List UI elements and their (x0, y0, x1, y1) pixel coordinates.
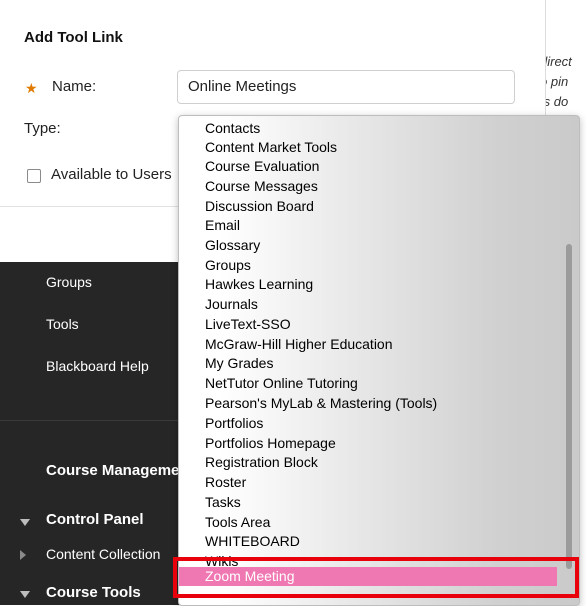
dropdown-option[interactable]: Content Market Tools (205, 138, 337, 157)
dropdown-option[interactable]: Registration Block (205, 453, 318, 472)
dropdown-option[interactable]: Course Messages (205, 177, 318, 196)
dropdown-option[interactable]: LiveText-SSO (205, 315, 291, 334)
background-line: o pin (540, 74, 569, 89)
type-dropdown-list[interactable]: Contacts Content Market Tools Course Eva… (178, 115, 580, 606)
name-label: Name: (52, 78, 97, 95)
chevron-down-icon[interactable] (20, 519, 30, 526)
dropdown-scrollbar[interactable] (566, 244, 572, 569)
dropdown-option[interactable]: NetTutor Online Tutoring (205, 374, 358, 393)
content-collection-link[interactable]: Content Collection (46, 546, 160, 562)
dropdown-option[interactable]: Portfolios (205, 414, 263, 433)
course-management-heading: Course Management (46, 462, 194, 479)
dropdown-option[interactable]: WHITEBOARD (205, 532, 300, 551)
available-checkbox[interactable] (27, 169, 41, 183)
dropdown-option[interactable]: Portfolios Homepage (205, 434, 336, 453)
dropdown-option[interactable]: McGraw-Hill Higher Education (205, 335, 393, 354)
menu-divider (0, 420, 190, 421)
chevron-right-icon[interactable] (20, 550, 26, 560)
dropdown-option[interactable]: Tasks (205, 493, 241, 512)
available-label: Available to Users (51, 166, 172, 183)
chevron-down-icon[interactable] (20, 591, 30, 598)
dropdown-option[interactable]: Email (205, 216, 240, 235)
dropdown-option[interactable]: Glossary (205, 236, 260, 255)
background-line: ts do (540, 94, 569, 109)
dropdown-option[interactable]: Hawkes Learning (205, 275, 313, 294)
dropdown-option[interactable]: Roster (205, 473, 246, 492)
dialog-title: Add Tool Link (24, 29, 123, 46)
dropdown-option[interactable]: Contacts (205, 119, 260, 138)
course-menu: Groups Tools Blackboard Help Course Mana… (0, 262, 194, 605)
dropdown-option[interactable]: Course Evaluation (205, 157, 319, 176)
control-panel-link[interactable]: Control Panel (46, 511, 144, 528)
dropdown-option[interactable]: Tools Area (205, 513, 270, 532)
dropdown-option-selected[interactable]: Zoom Meeting (179, 567, 557, 586)
background-line: direct (540, 54, 572, 69)
dropdown-option[interactable]: Discussion Board (205, 197, 314, 216)
name-input[interactable]: Online Meetings (177, 70, 515, 104)
course-tools-link[interactable]: Course Tools (46, 584, 141, 601)
dropdown-option[interactable]: Journals (205, 295, 258, 314)
required-star-icon: ★ (25, 80, 38, 96)
dropdown-option[interactable]: My Grades (205, 354, 273, 373)
type-label: Type: (24, 120, 61, 137)
dropdown-option[interactable]: Pearson's MyLab & Mastering (Tools) (205, 394, 437, 413)
menu-item-tools[interactable]: Tools (46, 316, 79, 332)
menu-item-blackboard-help[interactable]: Blackboard Help (46, 358, 149, 374)
dropdown-option[interactable]: Groups (205, 256, 251, 275)
menu-item-groups[interactable]: Groups (46, 274, 92, 290)
